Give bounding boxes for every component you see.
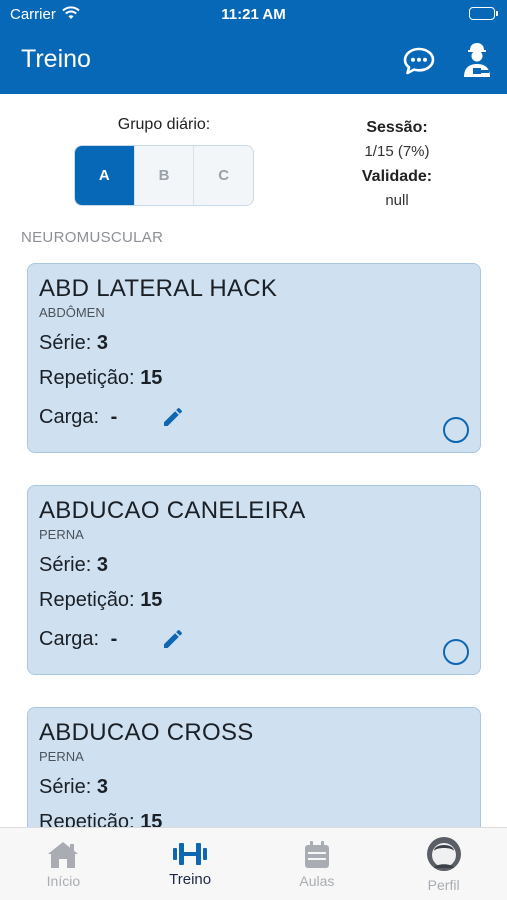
edit-pencil-icon[interactable]	[161, 627, 185, 651]
load-label: Carga:	[39, 406, 100, 428]
personal-trainer-icon[interactable]	[461, 42, 493, 78]
tab-label: Treino	[169, 871, 212, 888]
tab-aulas[interactable]: Aulas	[254, 828, 381, 900]
exercise-category: PERNA	[39, 749, 84, 764]
repetition-label: Repetição:	[39, 589, 135, 611]
load-value: -	[110, 406, 118, 428]
exercise-name: ABDUCAO CANELEIRA	[39, 497, 306, 524]
tab-label: Início	[46, 873, 81, 889]
complete-checkbox[interactable]	[443, 417, 469, 443]
edit-pencil-icon[interactable]	[161, 405, 185, 429]
repetition-value: 15	[140, 367, 163, 389]
load-label: Carga:	[39, 628, 100, 650]
tab-bar: Início Treino Aulas Perfil	[0, 827, 507, 900]
complete-checkbox[interactable]	[443, 639, 469, 665]
load-row: Carga: -	[39, 406, 117, 429]
validity-label: Validade:	[361, 168, 433, 185]
tab-label: Perfil	[427, 877, 460, 893]
session-info: Sessão: 1/15 (7%) Validade: null	[326, 116, 468, 214]
serie-label: Série:	[39, 554, 92, 576]
serie-row: Série: 3	[39, 332, 108, 355]
repetition-label: Repetição:	[39, 367, 135, 389]
dumbbell-icon	[173, 843, 208, 865]
repetition-row: Repetição: 15	[39, 367, 162, 390]
serie-value: 3	[96, 332, 108, 354]
exercise-card[interactable]: ABDUCAO CANELEIRA PERNA Série: 3 Repetiç…	[27, 485, 481, 675]
home-icon	[48, 842, 79, 868]
exercise-category: ABDÔMEN	[39, 305, 105, 320]
exercise-name: ABDUCAO CROSS	[39, 719, 254, 746]
page-title: Treino	[21, 45, 91, 73]
exercise-name: ABD LATERAL HACK	[39, 275, 278, 302]
calendar-icon	[304, 841, 329, 868]
load-value: -	[110, 628, 118, 650]
group-option-a[interactable]: A	[75, 146, 135, 205]
chat-bubble-icon[interactable]	[402, 44, 436, 78]
tab-label: Aulas	[299, 873, 335, 889]
exercise-card[interactable]: ABD LATERAL HACK ABDÔMEN Série: 3 Repeti…	[27, 263, 481, 453]
serie-row: Série: 3	[39, 554, 108, 577]
avatar-icon	[426, 837, 461, 871]
section-title: NEUROMUSCULAR	[21, 229, 164, 246]
group-option-c[interactable]: C	[194, 146, 253, 205]
status-bar: Carrier 11:21 AM	[0, 0, 507, 28]
group-option-b[interactable]: B	[135, 146, 195, 205]
clock: 11:21 AM	[221, 6, 286, 23]
serie-row: Série: 3	[39, 776, 108, 799]
battery-icon	[469, 7, 498, 20]
session-label: Sessão:	[366, 119, 428, 136]
serie-value: 3	[96, 554, 108, 576]
repetition-value: 15	[140, 589, 163, 611]
tab-perfil[interactable]: Perfil	[380, 828, 507, 900]
load-row: Carga: -	[39, 628, 117, 651]
session-value: 1/15 (7%)	[364, 143, 430, 160]
validity-value: null	[385, 192, 409, 209]
serie-label: Série:	[39, 332, 92, 354]
tab-inicio[interactable]: Início	[0, 828, 127, 900]
group-label: Grupo diário:	[117, 116, 211, 133]
group-selector: A B C	[74, 145, 254, 206]
exercise-category: PERNA	[39, 527, 84, 542]
serie-value: 3	[96, 776, 108, 798]
repetition-row: Repetição: 15	[39, 589, 162, 612]
tab-treino[interactable]: Treino	[127, 828, 254, 900]
app-bar: Treino	[0, 28, 507, 94]
serie-label: Série:	[39, 776, 92, 798]
